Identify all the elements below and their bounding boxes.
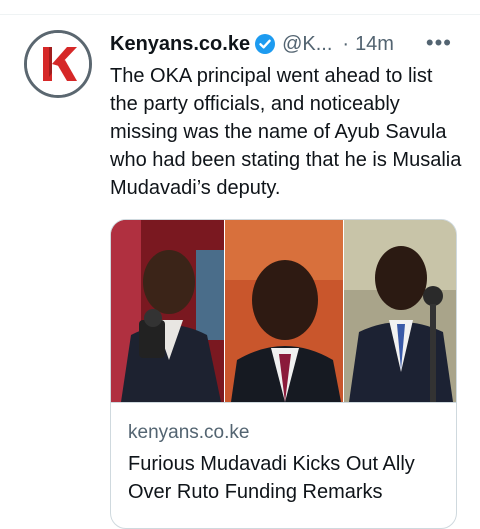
tweet-timestamp[interactable]: 14m: [355, 33, 394, 56]
dot-separator: ·: [342, 32, 350, 55]
author-name[interactable]: Kenyans.co.ke: [110, 33, 250, 56]
author-handle[interactable]: @K...: [282, 33, 332, 56]
avatar[interactable]: [24, 30, 92, 98]
verified-badge-icon: [254, 33, 276, 55]
more-options-icon[interactable]: •••: [426, 30, 452, 56]
card-domain: kenyans.co.ke: [128, 422, 250, 443]
card-title[interactable]: Furious Mudavadi Kicks Out Ally Over Rut…: [128, 450, 448, 506]
kenyans-logo: [27, 33, 89, 95]
timeline-divider: [0, 0, 480, 15]
link-preview-card[interactable]: kenyans.co.ke Furious Mudavadi Kicks Out…: [110, 219, 457, 529]
tweet-text: The OKA principal went ahead to list the…: [110, 65, 462, 199]
card-photo-collage: [111, 220, 456, 402]
card-image[interactable]: [111, 220, 456, 403]
tweet-header: Kenyans.co.ke @K... · 14m •••: [110, 30, 470, 58]
